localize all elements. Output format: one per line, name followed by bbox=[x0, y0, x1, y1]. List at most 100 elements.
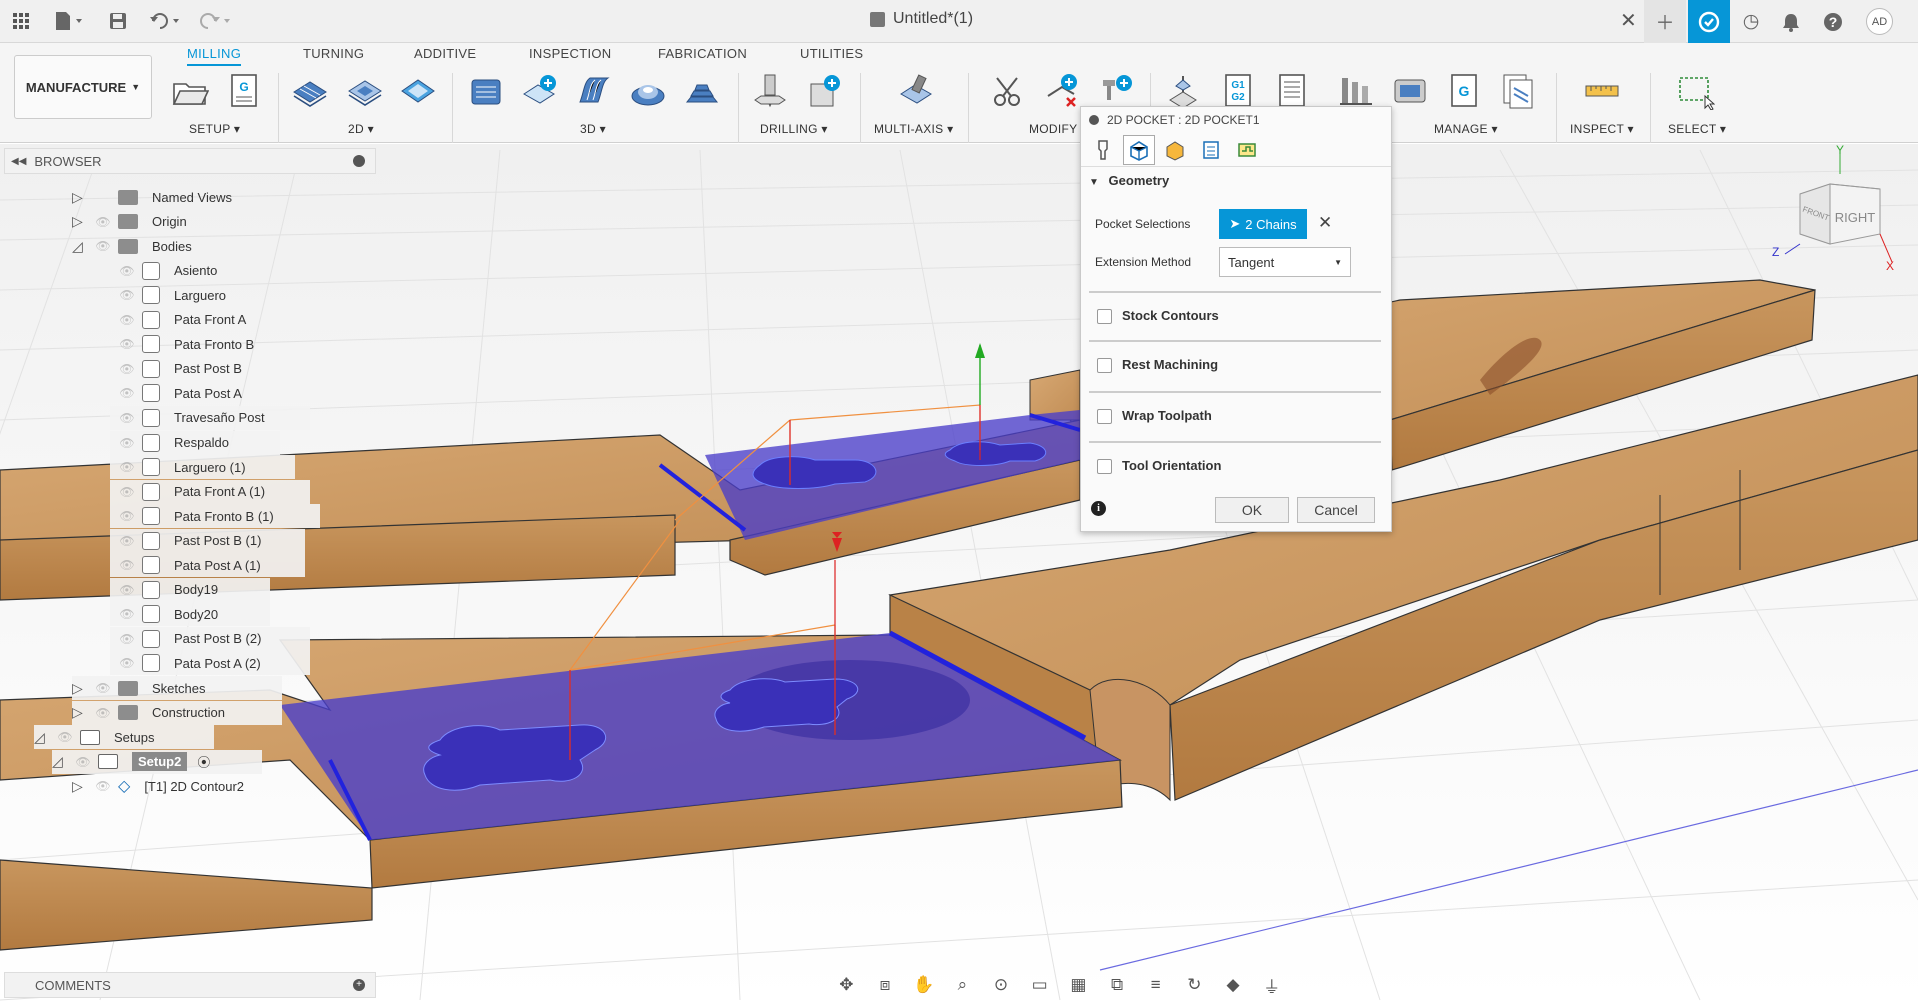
visibility-eye-icon[interactable]: 👁 bbox=[74, 755, 92, 769]
visibility-eye-icon[interactable]: 👁 bbox=[118, 362, 136, 376]
group-manage[interactable]: MANAGE ▾ bbox=[1434, 122, 1498, 136]
expand-toggle-icon[interactable]: ▷ bbox=[72, 704, 86, 721]
expand-toggle-icon[interactable]: ▷ bbox=[72, 189, 86, 206]
rest-machining-checkbox[interactable] bbox=[1097, 358, 1112, 374]
tab-fabrication[interactable]: FABRICATION bbox=[658, 46, 747, 61]
info-icon[interactable]: i bbox=[1091, 501, 1106, 516]
browser-pin-icon[interactable] bbox=[353, 155, 365, 167]
3d-contour-icon[interactable] bbox=[682, 71, 722, 111]
extension-method-select[interactable]: Tangent ▼ bbox=[1219, 247, 1351, 277]
2d-face-icon[interactable] bbox=[398, 71, 438, 111]
visibility-eye-icon[interactable]: 👁 bbox=[94, 215, 112, 229]
browser-item[interactable]: 👁 Pata Fronto B bbox=[110, 332, 254, 356]
undo-icon[interactable] bbox=[146, 7, 186, 35]
sync-icon[interactable] bbox=[1688, 0, 1730, 43]
3d-adaptive-icon[interactable] bbox=[466, 71, 506, 111]
tab-turning[interactable]: TURNING bbox=[303, 46, 364, 61]
tab-additive[interactable]: ADDITIVE bbox=[414, 46, 476, 61]
ok-button[interactable]: OK bbox=[1215, 497, 1289, 523]
user-avatar[interactable]: AD bbox=[1866, 8, 1893, 35]
visibility-eye-icon[interactable]: 👁 bbox=[118, 583, 136, 597]
tool-orientation-checkbox[interactable] bbox=[1097, 459, 1112, 475]
template-library-icon[interactable] bbox=[1498, 71, 1538, 111]
browser-item[interactable]: 👁 Respaldo bbox=[110, 430, 280, 455]
apps-grid-icon[interactable] bbox=[8, 7, 34, 35]
new-tab-icon[interactable]: ＋ bbox=[1644, 0, 1686, 43]
tab-geometry-icon[interactable] bbox=[1123, 134, 1155, 165]
visibility-eye-icon[interactable]: 👁 bbox=[118, 436, 136, 450]
3d-scallop-icon[interactable] bbox=[628, 71, 668, 111]
setup-sheet-icon[interactable]: G bbox=[224, 71, 264, 111]
tab-inspection[interactable]: INSPECTION bbox=[529, 46, 611, 61]
expand-toggle-icon[interactable]: ◿ bbox=[72, 238, 86, 255]
active-setup-icon[interactable]: ⦿ bbox=[197, 752, 210, 771]
workspace-switcher[interactable]: MANUFACTURE ▼ bbox=[14, 55, 152, 119]
clear-selection-icon[interactable]: ✕ bbox=[1318, 213, 1332, 233]
browser-item[interactable]: 👁 Body19 bbox=[110, 577, 270, 602]
browser-item[interactable]: ◿ 👁 Setups bbox=[34, 725, 214, 750]
cancel-button[interactable]: Cancel bbox=[1297, 497, 1375, 523]
expand-toggle-icon[interactable]: ▷ bbox=[72, 778, 86, 795]
option-tool-orientation[interactable]: Tool Orientation bbox=[1097, 458, 1221, 475]
select-window-icon[interactable] bbox=[1676, 71, 1716, 111]
browser-item[interactable]: ▷ 👁 Sketches bbox=[72, 676, 282, 700]
group-3d[interactable]: 3D ▾ bbox=[580, 122, 606, 136]
browser-item[interactable]: 👁 Larguero bbox=[110, 283, 226, 307]
notifications-bell-icon[interactable] bbox=[1770, 0, 1812, 43]
pocket-selections-button[interactable]: ➤ 2 Chains bbox=[1219, 209, 1307, 239]
browser-item[interactable]: 👁 Past Post B bbox=[110, 357, 242, 381]
redo-icon[interactable] bbox=[196, 7, 236, 35]
browser-item[interactable]: 👁 Pata Fronto B (1) bbox=[110, 504, 320, 529]
option-stock-contours[interactable]: Stock Contours bbox=[1097, 308, 1219, 325]
group-multi-axis[interactable]: MULTI-AXIS ▾ bbox=[874, 122, 953, 136]
geometry-section-header[interactable]: ▼ Geometry bbox=[1089, 173, 1169, 188]
grid-settings-icon[interactable]: ▦ bbox=[1065, 974, 1092, 996]
delete-toolpath-icon[interactable] bbox=[1042, 71, 1082, 111]
visibility-eye-icon[interactable] bbox=[94, 191, 112, 203]
browser-item[interactable]: ▷ Named Views bbox=[72, 185, 232, 209]
visibility-eye-icon[interactable]: 👁 bbox=[118, 460, 136, 474]
expand-toggle-icon[interactable]: ▷ bbox=[72, 680, 86, 697]
setup-folder-icon[interactable] bbox=[170, 71, 210, 111]
setup-sheet-doc-icon[interactable] bbox=[1272, 71, 1312, 111]
group-2d[interactable]: 2D ▾ bbox=[348, 122, 374, 136]
post-process-icon[interactable]: G1 G2 bbox=[1218, 71, 1258, 111]
visual-style-icon[interactable]: ◆ bbox=[1220, 974, 1247, 996]
visibility-eye-icon[interactable]: 👁 bbox=[118, 558, 136, 572]
group-modify[interactable]: MODIFY ▾ bbox=[1029, 122, 1087, 136]
browser-item[interactable]: 👁 Larguero (1) bbox=[110, 455, 295, 480]
pan-hand-icon[interactable]: ✋ bbox=[910, 974, 937, 996]
display-settings-icon[interactable]: ▭ bbox=[1026, 974, 1053, 996]
multi-axis-icon[interactable] bbox=[896, 71, 936, 111]
browser-item[interactable]: 👁 Pata Post A (2) bbox=[110, 651, 310, 676]
save-icon[interactable] bbox=[106, 7, 130, 35]
visibility-eye-icon[interactable]: 👁 bbox=[118, 313, 136, 327]
wrap-toolpath-checkbox[interactable] bbox=[1097, 409, 1112, 425]
visibility-eye-icon[interactable]: 👁 bbox=[94, 779, 112, 793]
option-rest-machining[interactable]: Rest Machining bbox=[1097, 357, 1218, 374]
collapse-panel-icon[interactable]: ◀◀ bbox=[11, 156, 26, 167]
browser-item[interactable]: 👁 Asiento bbox=[110, 259, 217, 283]
browser-item[interactable]: ▷ 👁 Construction bbox=[72, 700, 282, 725]
group-drilling[interactable]: DRILLING ▾ bbox=[760, 122, 828, 136]
fit-zoom-icon[interactable]: ⊙ bbox=[988, 974, 1015, 996]
browser-item[interactable]: 👁 Body20 bbox=[110, 602, 270, 627]
stock-contours-checkbox[interactable] bbox=[1097, 309, 1112, 325]
visibility-eye-icon[interactable]: 👁 bbox=[56, 730, 74, 744]
group-inspect[interactable]: INSPECT ▾ bbox=[1570, 122, 1634, 136]
drill-icon[interactable] bbox=[750, 71, 790, 111]
edit-tool-icon[interactable] bbox=[1096, 71, 1136, 111]
browser-item[interactable]: 👁 Pata Front A (1) bbox=[110, 479, 310, 504]
visibility-eye-icon[interactable]: 👁 bbox=[118, 386, 136, 400]
browser-item[interactable]: 👁 Pata Front A bbox=[110, 308, 246, 332]
expand-toggle-icon[interactable]: ◿ bbox=[34, 729, 48, 746]
tab-tool-icon[interactable] bbox=[1087, 135, 1119, 165]
browser-item[interactable]: 👁 Past Post B (2) bbox=[110, 626, 310, 651]
tab-linking-icon[interactable] bbox=[1231, 135, 1263, 165]
section-analysis-icon[interactable]: ≡ bbox=[1142, 974, 1169, 996]
tab-passes-icon[interactable] bbox=[1195, 135, 1227, 165]
post-library-icon[interactable]: G bbox=[1444, 71, 1484, 111]
browser-item[interactable]: 👁 Past Post B (1) bbox=[110, 528, 305, 553]
filter-icon[interactable]: ⏚ bbox=[1258, 974, 1285, 997]
visibility-eye-icon[interactable]: 👁 bbox=[118, 656, 136, 670]
